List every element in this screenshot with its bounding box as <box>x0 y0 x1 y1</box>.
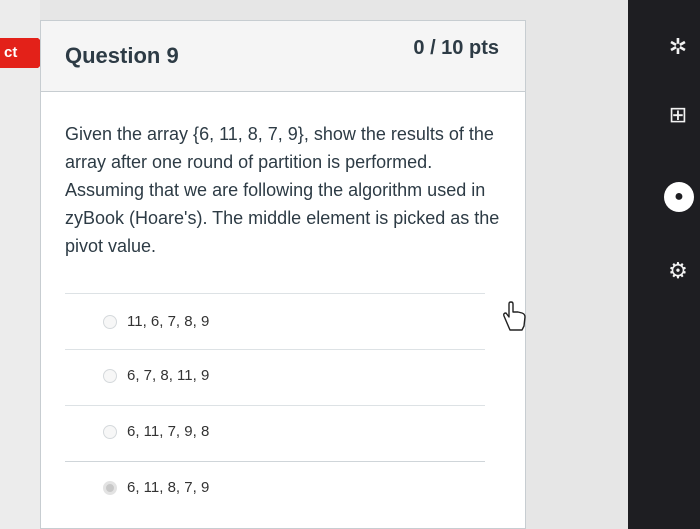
answer-radio-3[interactable] <box>103 425 117 439</box>
page-left-strip <box>0 0 40 529</box>
answer-option-1[interactable]: 11, 6, 7, 8, 9 <box>65 293 485 349</box>
answer-label-1: 11, 6, 7, 8, 9 <box>127 313 210 330</box>
answer-divider <box>65 461 485 462</box>
answer-label-2: 6, 7, 8, 11, 9 <box>127 367 210 384</box>
github-icon[interactable]: ● <box>664 182 694 212</box>
question-text: Given the array {6, 11, 8, 7, 9}, show t… <box>65 124 500 256</box>
question-card: Question 9 0 / 10 pts Given the array {6… <box>40 20 526 529</box>
answer-radio-1[interactable] <box>103 315 117 329</box>
question-points: 0 / 10 pts <box>413 37 499 59</box>
answer-label-4: 6, 11, 8, 7, 9 <box>127 479 210 496</box>
bug-icon[interactable]: ✲ <box>658 34 698 60</box>
question-title: Question 9 <box>65 43 179 68</box>
answer-option-3[interactable]: 6, 11, 7, 9, 8 <box>65 405 485 461</box>
settings-icon[interactable]: ⚙ <box>658 258 698 284</box>
answer-option-4[interactable]: 6, 11, 8, 7, 9 <box>65 461 485 517</box>
answer-divider <box>65 293 485 294</box>
layout-icon[interactable]: ⊞ <box>658 102 698 128</box>
mouse-cursor-icon <box>503 301 526 331</box>
answer-divider <box>65 349 485 350</box>
answer-radio-4-selected[interactable] <box>103 481 117 495</box>
answer-label-3: 6, 11, 7, 9, 8 <box>127 423 210 440</box>
answer-option-2[interactable]: 6, 7, 8, 11, 9 <box>65 349 485 405</box>
incorrect-answer-tag: ct <box>0 38 38 68</box>
answer-radio-2[interactable] <box>103 369 117 383</box>
question-header: Question 9 0 / 10 pts <box>41 21 525 92</box>
answer-divider <box>65 405 485 406</box>
